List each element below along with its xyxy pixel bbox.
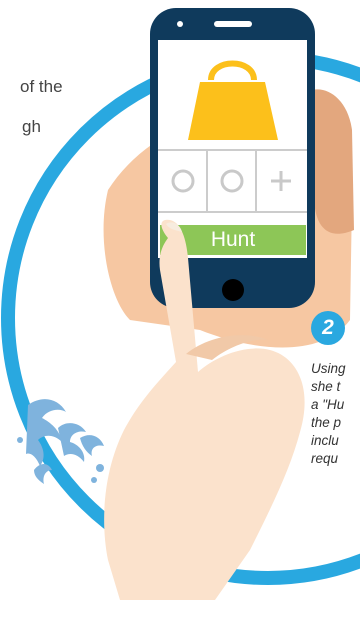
step-description-line: inclu	[311, 433, 339, 448]
home-button[interactable]	[222, 279, 244, 301]
step-description-line: requ	[311, 451, 339, 466]
step-description-line: Using	[311, 361, 346, 376]
step-description-line: a "Hu	[311, 397, 345, 412]
step-description-line: she t	[311, 379, 341, 394]
step-description: Using she t a "Hu the p inclu requ	[311, 360, 346, 468]
intro-text-line-2: gh	[22, 117, 41, 136]
step-number-badge: 2	[311, 311, 345, 345]
intro-text-line-1: of the	[20, 77, 63, 96]
step-description-line: the p	[311, 415, 342, 430]
